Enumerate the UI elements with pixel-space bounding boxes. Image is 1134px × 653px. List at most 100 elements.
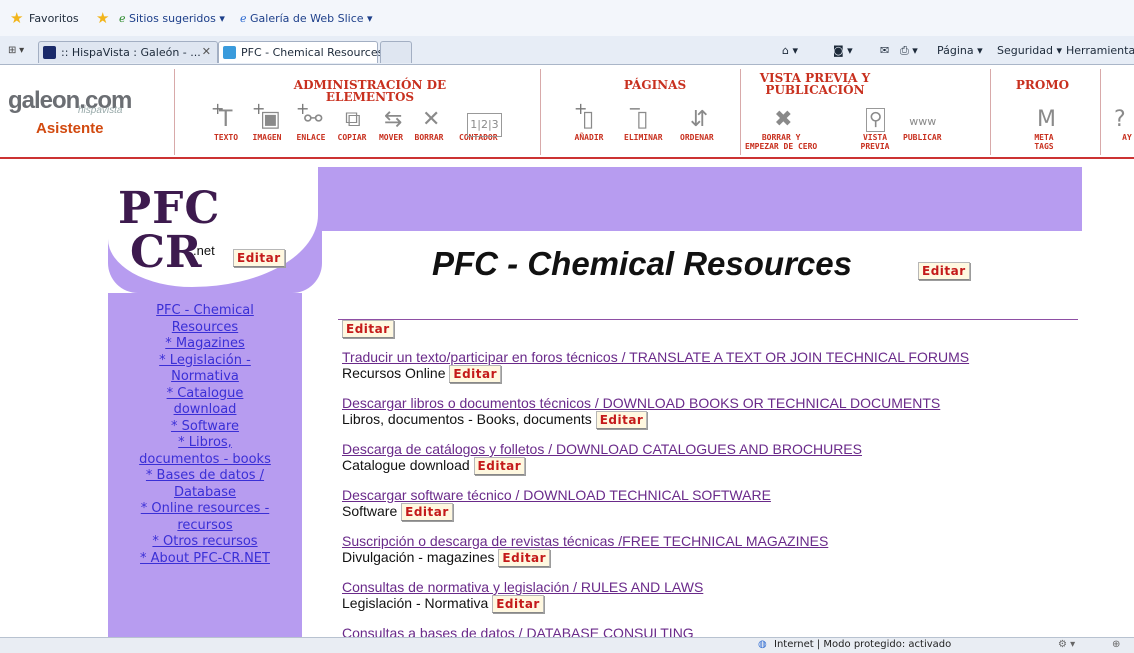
nav-resources[interactable]: Resources: [108, 320, 302, 337]
add-favorites-icon[interactable]: ★: [96, 9, 109, 27]
tool-borrar[interactable]: ✕ BORRAR: [414, 103, 444, 143]
header-band: [320, 167, 1082, 231]
tool-imagen[interactable]: + ▣ IMAGEN: [252, 99, 282, 142]
item-link[interactable]: Consultas de normativa y legislación / R…: [342, 579, 703, 595]
tool-borrar-empezar[interactable]: ✖ BORRAR Y EMPEZAR DE CERO: [745, 103, 817, 152]
quick-tabs-icon[interactable]: ⊞ ▾: [8, 45, 24, 56]
nav-libros[interactable]: * Libros,: [108, 435, 302, 452]
feeds-icon[interactable]: ◙ ▾: [833, 44, 853, 57]
favorites-button[interactable]: Favoritos: [29, 12, 79, 25]
counter-icon: 1|2|3: [463, 103, 502, 137]
nav-otros-recursos[interactable]: * Otros recursos: [108, 534, 302, 551]
edit-item-button[interactable]: Editar: [498, 549, 551, 567]
home-icon[interactable]: ⌂ ▾: [782, 44, 798, 57]
tool-mover[interactable]: ⇆ MOVER: [376, 103, 406, 143]
help-icon: ?: [1114, 107, 1126, 132]
tools-menu[interactable]: Herramientas: [1066, 44, 1134, 57]
nav-online-resources[interactable]: * Online resources -: [108, 501, 302, 518]
edit-item-button[interactable]: Editar: [473, 457, 526, 475]
tool-enlace[interactable]: + ⚯ ENLACE: [296, 99, 326, 142]
page-title: PFC - Chemical Resources: [432, 245, 852, 282]
nav-documentos-books[interactable]: documentos - books: [108, 452, 302, 469]
suggested-sites-link[interactable]: ℯ Sitios sugeridos ▾: [119, 12, 225, 25]
new-tab-button[interactable]: [380, 41, 412, 63]
security-zone[interactable]: Internet | Modo protegido: activado: [774, 639, 951, 650]
list-item: Suscripción o descarga de revistas técni…: [342, 533, 828, 567]
edit-item-button[interactable]: Editar: [449, 365, 502, 383]
move-icon: ⇆: [384, 107, 403, 132]
favorites-star-icon: ★: [10, 10, 24, 27]
tool-eliminar[interactable]: − ▯ ELIMINAR: [624, 99, 663, 142]
tool-contador[interactable]: 1|2|3 CONTADOR: [459, 103, 502, 142]
ie-icon: ℯ: [119, 12, 126, 25]
item-subtitle: Libros, documentos - Books, documents: [342, 411, 592, 427]
print-icon[interactable]: ⎙ ▾: [900, 44, 918, 58]
tool-ayuda[interactable]: ? AY: [1112, 103, 1134, 143]
divider: [1100, 69, 1101, 155]
item-link[interactable]: Consultas a bases de datos / DATABASE CO…: [342, 625, 694, 637]
copy-icon: ⧉: [345, 107, 361, 132]
remove-page-icon: − ▯: [628, 99, 649, 132]
edit-item-button[interactable]: Editar: [401, 503, 453, 521]
tool-vista-previa[interactable]: ⚲ VISTA PREVIA: [860, 103, 890, 151]
nav-magazines[interactable]: * Magazines: [108, 336, 302, 353]
item-link[interactable]: Descargar software técnico / DOWNLOAD TE…: [342, 487, 771, 503]
tool-ordenar[interactable]: ⇵ ORDENAR: [680, 103, 714, 143]
tab-hispavista[interactable]: :: HispaVista : Galeón - ... ✕: [38, 41, 218, 63]
web-slice-link[interactable]: ℯ Galería de Web Slice ▾: [240, 12, 373, 25]
nav-database[interactable]: Database: [108, 485, 302, 502]
item-link[interactable]: Suscripción o descarga de revistas técni…: [342, 533, 828, 549]
nav-software[interactable]: * Software: [108, 419, 302, 436]
nav-about[interactable]: * About PFC-CR.NET: [108, 551, 302, 568]
edit-section-button[interactable]: Editar: [342, 320, 394, 338]
site-logo-net: .net: [193, 243, 215, 258]
item-subtitle: Recursos Online: [342, 365, 446, 381]
mail-icon[interactable]: ✉: [880, 44, 889, 57]
nav-recursos[interactable]: recursos: [108, 518, 302, 535]
meta-tags-icon: M: [1037, 107, 1056, 132]
tool-meta-tags[interactable]: M META TAGS: [1029, 103, 1059, 152]
close-tab-icon[interactable]: ✕: [202, 45, 211, 58]
reset-icon: ✖: [774, 107, 793, 132]
divider: [540, 69, 541, 155]
ie-icon: ℯ: [240, 12, 247, 25]
text-icon: + T: [211, 99, 233, 132]
edit-logo-button[interactable]: Editar: [233, 249, 285, 267]
item-subtitle: Legislación - Normativa: [342, 595, 489, 611]
tab-label: :: HispaVista : Galeón - ...: [61, 46, 201, 59]
list-item: Descargar libros o documentos técnicos /…: [342, 395, 940, 429]
tab-label: PFC - Chemical Resources: [241, 46, 384, 59]
globe-icon: ◍: [758, 639, 767, 650]
delete-icon: ✕: [422, 107, 441, 132]
tool-copiar[interactable]: ⧉ COPIAR: [337, 103, 367, 143]
nav-normativa[interactable]: Normativa: [108, 369, 302, 386]
security-menu[interactable]: Seguridad ▾: [997, 44, 1062, 57]
zoom-level-icon[interactable]: ⊕: [1112, 639, 1120, 650]
edit-title-button[interactable]: Editar: [918, 262, 970, 280]
sort-pages-icon: ⇵: [689, 107, 709, 132]
edit-item-button[interactable]: Editar: [492, 595, 544, 613]
item-link[interactable]: Descarga de catálogos y folletos / DOWNL…: [342, 441, 862, 457]
group-title-admin: ADMINISTRACIÓN DE ELEMENTOS: [293, 78, 447, 104]
tab-pfc[interactable]: PFC - Chemical Resources: [218, 41, 383, 63]
tool-texto[interactable]: + T TEXTO: [211, 99, 241, 142]
list-item: Descarga de catálogos y folletos / DOWNL…: [342, 441, 862, 475]
edit-item-button[interactable]: Editar: [595, 411, 648, 429]
tool-anadir[interactable]: + ▯ AÑADIR: [574, 99, 604, 142]
galeon-toolbar: galeon.com hispavista Asistente ADMINIST…: [0, 65, 1134, 159]
nav-download[interactable]: download: [108, 402, 302, 419]
nav-bases-de-datos[interactable]: * Bases de datos /: [108, 468, 302, 485]
galeon-logo[interactable]: galeon.com hispavista Asistente: [8, 85, 168, 147]
divider: [740, 69, 741, 155]
assistant-label: Asistente: [36, 120, 104, 137]
item-subtitle: Catalogue download: [342, 457, 470, 473]
tool-publicar[interactable]: www PUBLICAR: [903, 103, 942, 142]
item-link[interactable]: Descargar libros o documentos técnicos /…: [342, 395, 940, 411]
item-link[interactable]: Traducir un texto/participar en foros té…: [342, 349, 969, 365]
nav-pfc-chemical[interactable]: PFC - Chemical: [108, 303, 302, 320]
nav-catalogue[interactable]: * Catalogue: [108, 386, 302, 403]
page-menu[interactable]: Página ▾: [937, 44, 983, 57]
zoom-control[interactable]: ⚙ ▾: [1058, 639, 1075, 650]
list-item: Descargar software técnico / DOWNLOAD TE…: [342, 487, 771, 521]
nav-legislacion[interactable]: * Legislación -: [108, 353, 302, 370]
